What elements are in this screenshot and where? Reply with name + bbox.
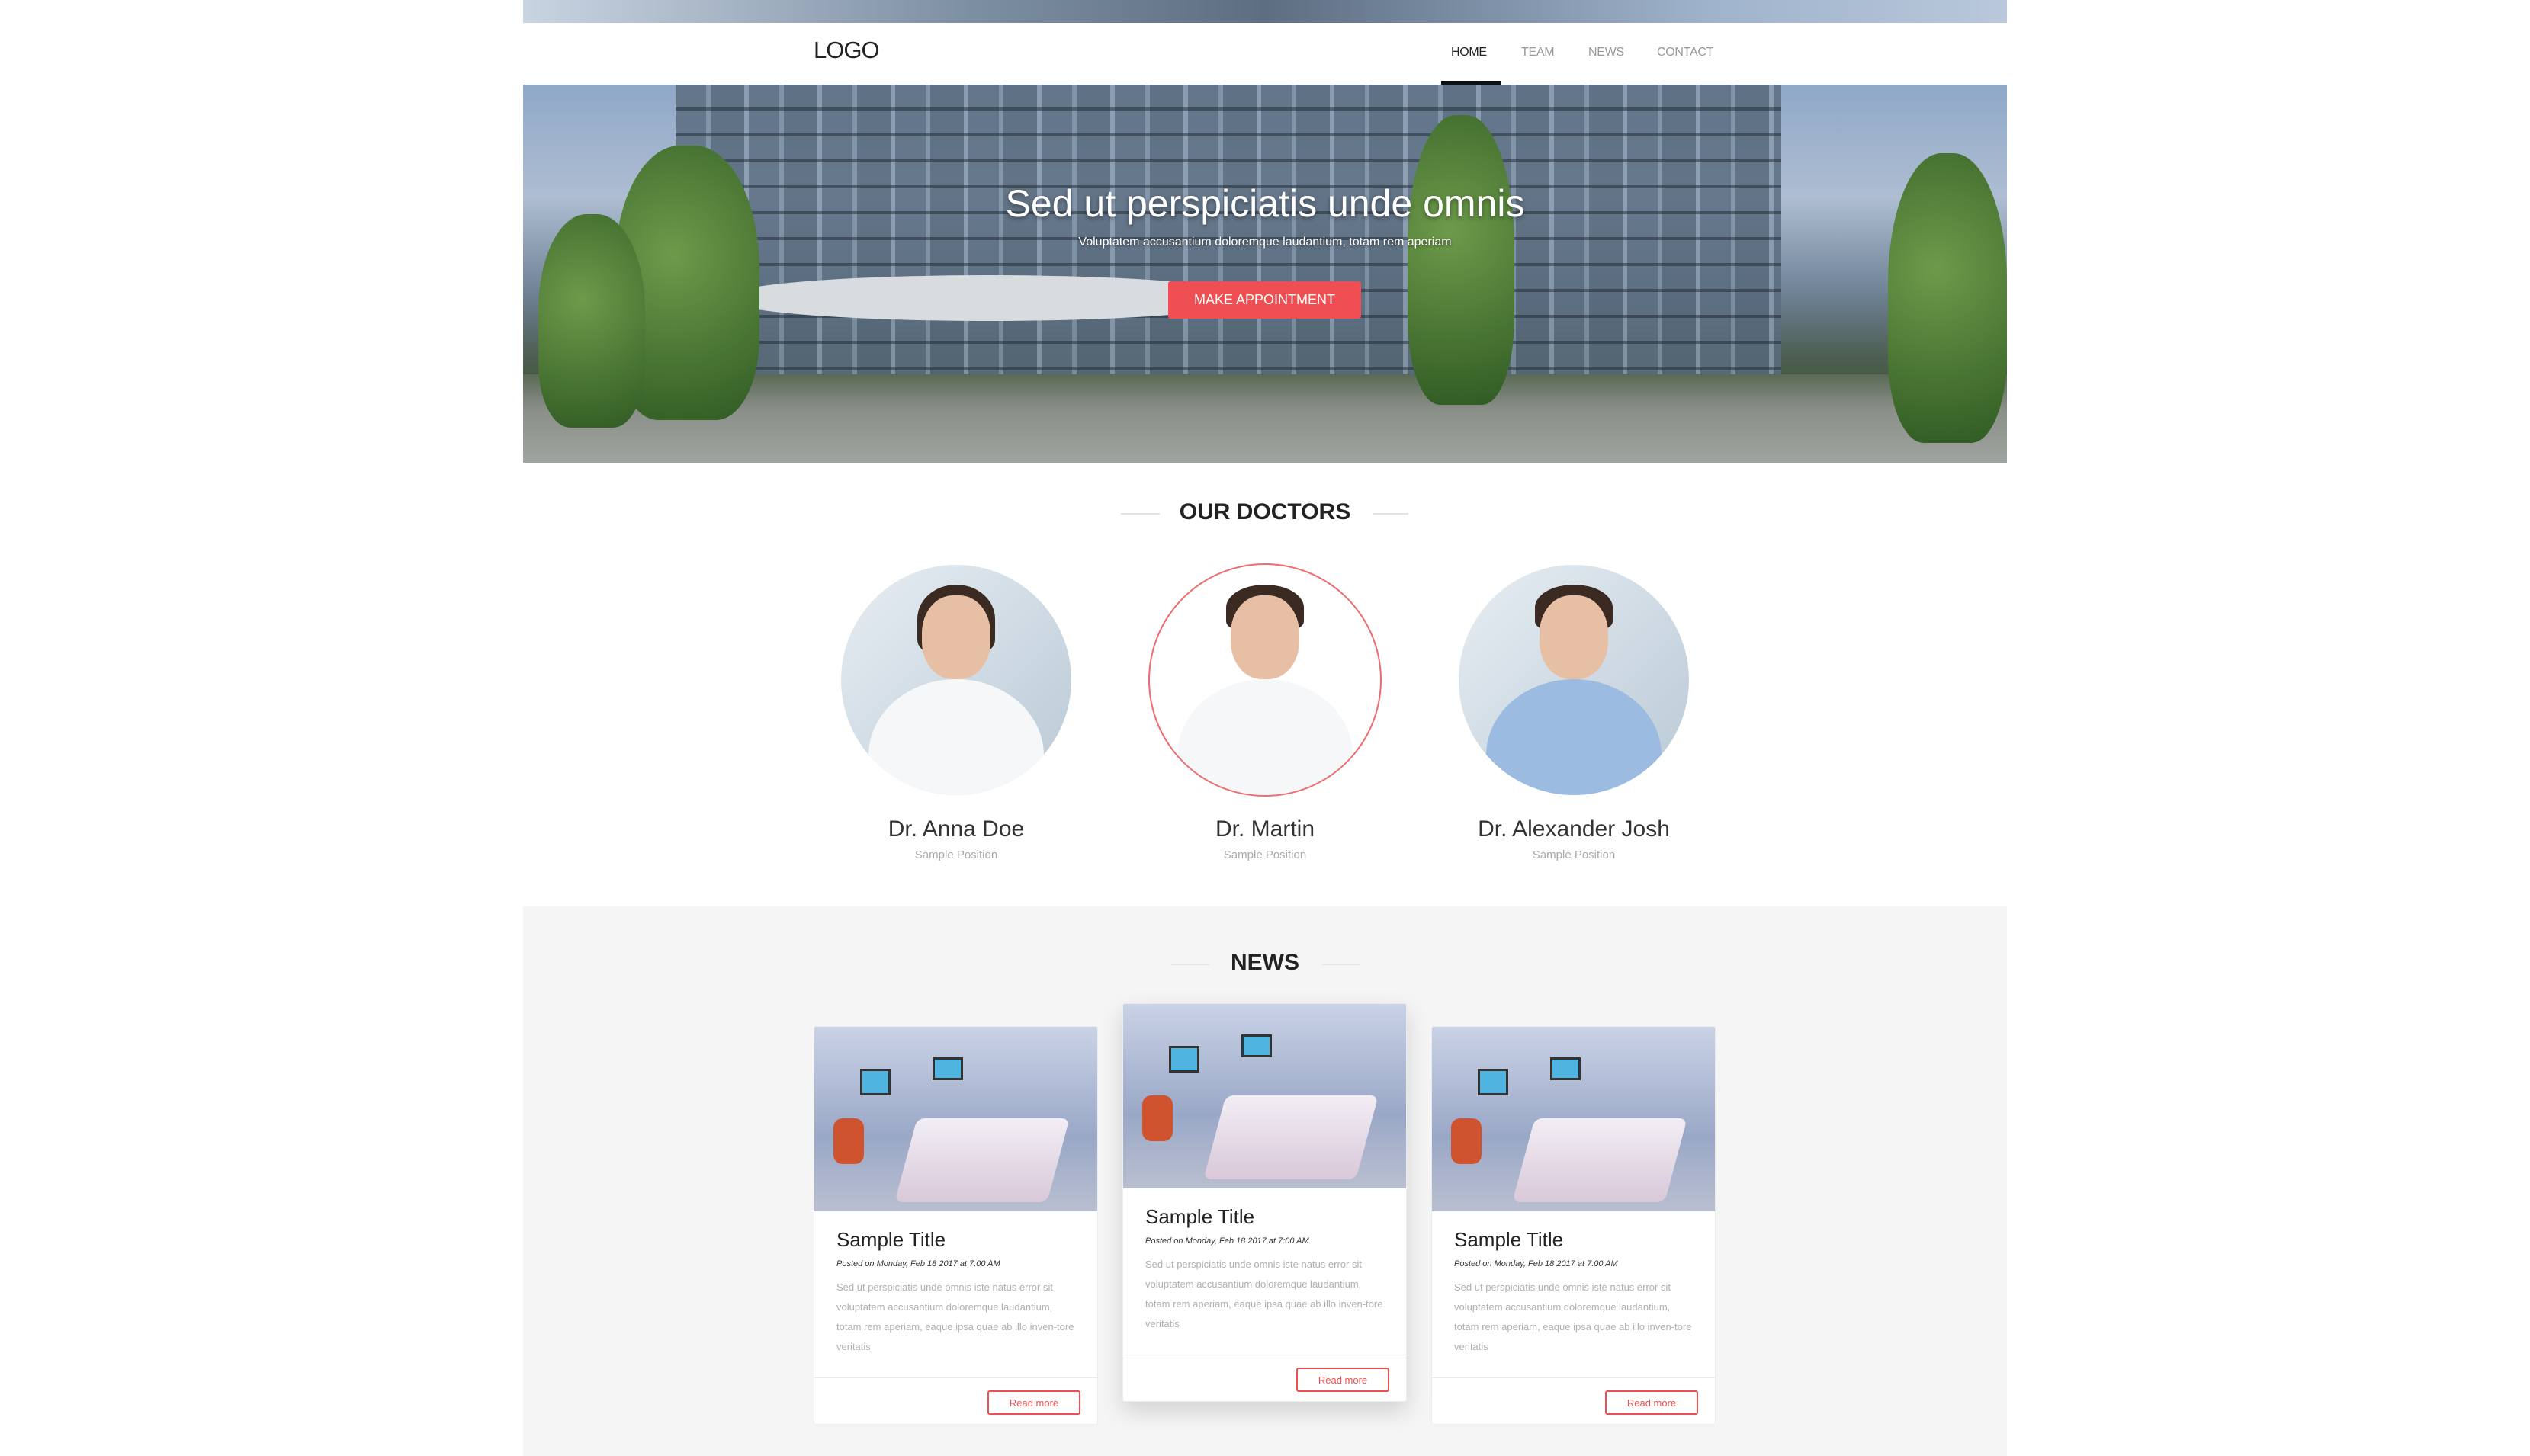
doctors-title: OUR DOCTORS [1179, 499, 1351, 524]
make-appointment-button[interactable]: MAKE APPOINTMENT [1168, 281, 1361, 319]
building-windows [676, 85, 1781, 374]
doctor-position: Sample Position [1532, 848, 1616, 861]
top-banner-image [523, 0, 2007, 23]
news-excerpt: Sed ut perspiciatis unde omnis iste natu… [1454, 1281, 1692, 1352]
read-more-button[interactable]: Read more [1605, 1390, 1698, 1415]
nav-contact[interactable]: CONTACT [1657, 46, 1713, 59]
news-card: Sample Title Posted on Monday, Feb 18 20… [1122, 1003, 1407, 1402]
news-title[interactable]: Sample Title [1145, 1205, 1406, 1229]
news-date: Posted on Monday, Feb 18 2017 at 7:00 AM [1145, 1236, 1309, 1246]
header: LOGO HOME TEAM NEWS CONTACT [523, 23, 2007, 85]
nav-news[interactable]: NEWS [1588, 46, 1624, 59]
read-more-button[interactable]: Read more [987, 1390, 1080, 1415]
doctor-card[interactable]: Dr. Alexander Josh Sample Position [1456, 565, 1692, 861]
logo[interactable]: LOGO [814, 37, 880, 64]
news-excerpt: Sed ut perspiciatis unde omnis iste natu… [1145, 1259, 1383, 1329]
news-date: Posted on Monday, Feb 18 2017 at 7:00 AM [1454, 1259, 1618, 1268]
doctor-name: Dr. Martin [1215, 816, 1315, 842]
doctor-card[interactable]: Dr. Martin Sample Position [1147, 565, 1383, 861]
news-image [1123, 1004, 1406, 1188]
divider [1373, 513, 1408, 515]
hero-subtitle: Voluptatem accusantium doloremque laudan… [1078, 236, 1452, 249]
doctor-card[interactable]: Dr. Anna Doe Sample Position [838, 565, 1074, 861]
doctor-photo [841, 565, 1071, 795]
hero-banner: Sed ut perspiciatis unde omnis Voluptate… [523, 85, 2007, 463]
doctor-photo [1150, 565, 1380, 795]
news-date: Posted on Monday, Feb 18 2017 at 7:00 AM [836, 1259, 1000, 1268]
read-more-button[interactable]: Read more [1296, 1368, 1389, 1392]
divider [1322, 964, 1360, 965]
hero-title: Sed ut perspiciatis unde omnis [1005, 182, 1525, 225]
news-excerpt: Sed ut perspiciatis unde omnis iste natu… [836, 1281, 1074, 1352]
news-card: Sample Title Posted on Monday, Feb 18 20… [814, 1026, 1098, 1425]
doctor-photo [1459, 565, 1689, 795]
doctor-position: Sample Position [1223, 848, 1307, 861]
news-title: NEWS [1231, 950, 1299, 975]
news-title[interactable]: Sample Title [836, 1228, 1097, 1252]
card-divider [814, 1377, 1097, 1378]
page: LOGO HOME TEAM NEWS CONTACT Sed ut persp… [523, 0, 2007, 1456]
card-divider [1432, 1377, 1715, 1378]
news-image [814, 1027, 1097, 1211]
news-title[interactable]: Sample Title [1454, 1228, 1715, 1252]
nav-team[interactable]: TEAM [1521, 46, 1555, 59]
news-card: Sample Title Posted on Monday, Feb 18 20… [1431, 1026, 1716, 1425]
tree [1408, 115, 1514, 405]
news-image [1432, 1027, 1715, 1211]
doctor-position: Sample Position [914, 848, 998, 861]
nav-home[interactable]: HOME [1451, 46, 1487, 59]
doctor-name: Dr. Anna Doe [888, 816, 1025, 842]
doctor-name: Dr. Alexander Josh [1478, 816, 1670, 842]
